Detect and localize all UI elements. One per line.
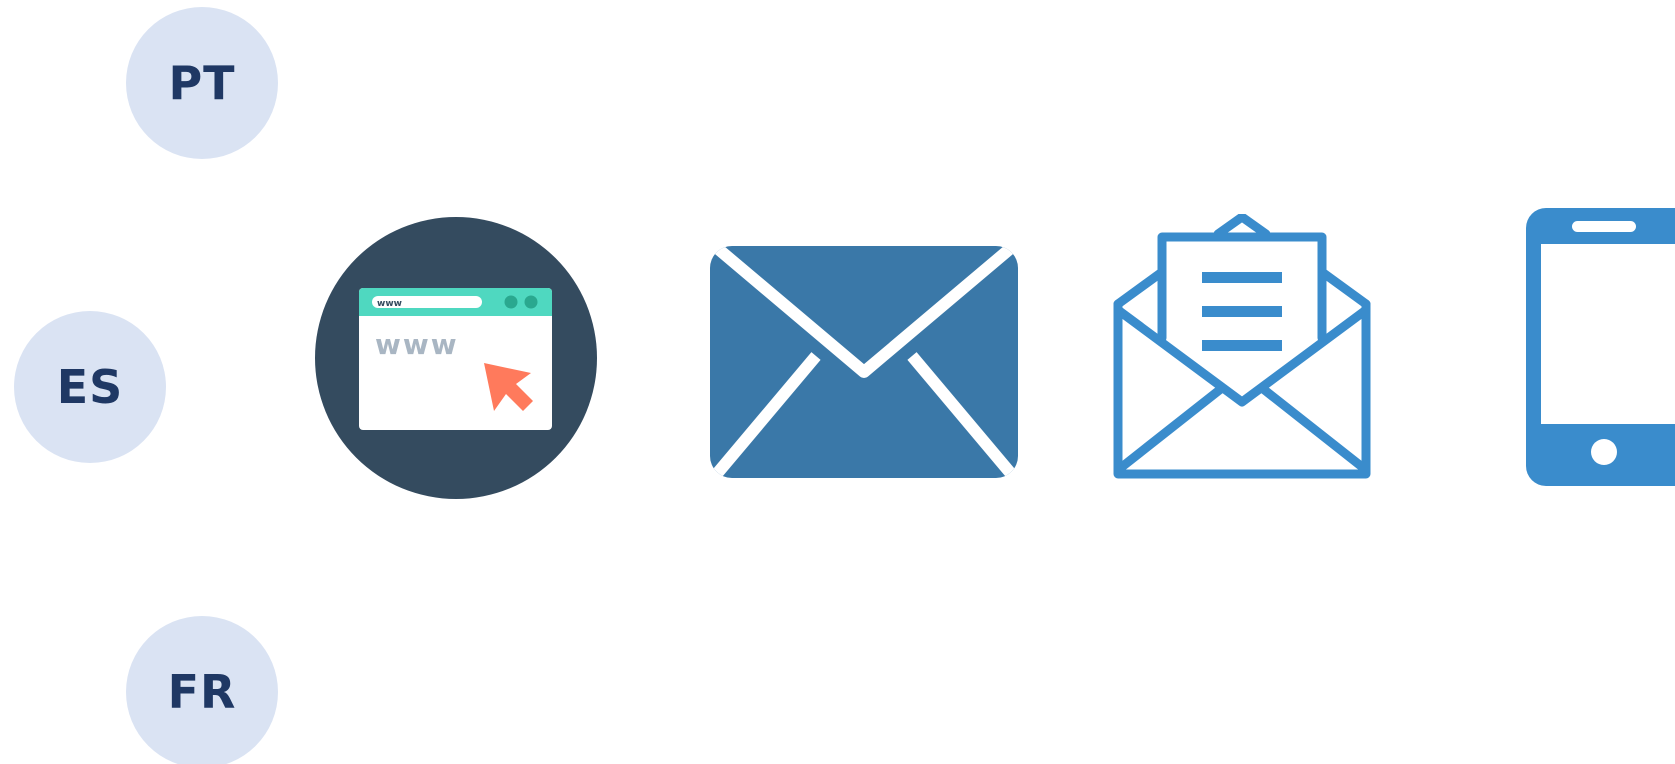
language-badge-fr[interactable]: FR <box>126 616 278 764</box>
phone-screen <box>1541 244 1675 424</box>
envelope-outline <box>1113 299 1371 479</box>
phone-speaker <box>1572 221 1636 232</box>
letter-line <box>1202 306 1282 317</box>
letter-line <box>1202 272 1282 283</box>
phone-home-button <box>1591 439 1617 465</box>
language-code: FR <box>167 665 237 719</box>
page-www-text: www <box>375 328 459 361</box>
url-bar-text: www <box>377 299 402 309</box>
window-dot-icon <box>524 295 538 309</box>
mobile-phone-icon[interactable] <box>1526 208 1675 486</box>
envelope-fold-right <box>1257 383 1371 475</box>
letter-line <box>1202 340 1282 351</box>
window-dot-icon <box>504 295 518 309</box>
envelope-top-flap <box>1213 214 1271 239</box>
website-icon[interactable]: www www <box>314 216 598 500</box>
closed-envelope-icon[interactable] <box>710 246 1018 478</box>
language-badge-es[interactable]: ES <box>14 311 166 463</box>
contact-canvas: PT ES FR www www <box>0 0 1675 764</box>
envelope-fold-left <box>1113 383 1227 475</box>
language-code: ES <box>56 360 124 414</box>
envelope-side-right <box>1317 267 1371 309</box>
language-code: PT <box>168 56 236 110</box>
letter-sheet <box>1157 232 1327 343</box>
language-badge-pt[interactable]: PT <box>126 7 278 159</box>
envelope-inner-flap <box>1113 305 1371 407</box>
open-envelope-icon[interactable] <box>1112 214 1372 480</box>
envelope-side-left <box>1113 267 1167 309</box>
